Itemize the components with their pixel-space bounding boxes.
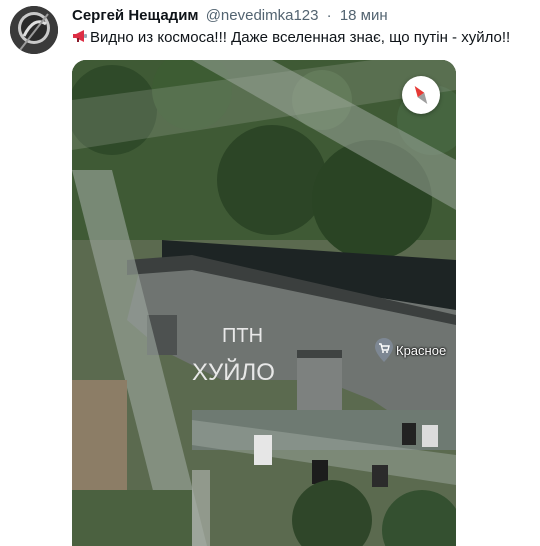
map-place-marker[interactable]: Красное — [374, 338, 446, 362]
compass-icon[interactable] — [402, 76, 440, 114]
place-label: Красное — [396, 342, 447, 358]
tweet-text: Видно из космоса!!! Даже вселенная знає,… — [72, 28, 510, 50]
roof-text-line2: ХУЙЛО — [192, 358, 275, 386]
user-handle[interactable]: @nevedimka123 — [206, 7, 319, 24]
tweet: Сергей Нещадим @nevedimka123 · 18 мин Ви… — [0, 0, 540, 546]
display-name[interactable]: Сергей Нещадим — [72, 7, 199, 24]
megaphone-icon — [72, 28, 88, 50]
tweet-text-content: Видно из космоса!!! Даже вселенная знає,… — [90, 29, 511, 46]
avatar[interactable] — [10, 6, 58, 54]
shopping-cart-icon — [374, 338, 394, 362]
tweet-header: Сергей Нещадим @nevedimka123 · 18 мин — [72, 6, 388, 26]
tweet-media-image[interactable]: ПТН ХУЙЛО Красное — [72, 60, 456, 546]
timestamp[interactable]: 18 мин — [340, 7, 388, 24]
separator-dot: · — [326, 7, 332, 24]
roof-text-line1: ПТН — [222, 325, 263, 347]
